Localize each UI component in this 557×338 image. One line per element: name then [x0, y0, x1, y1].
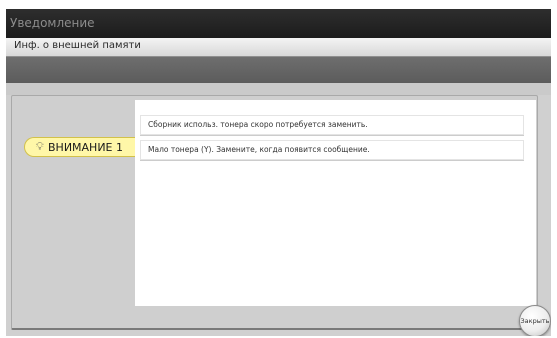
tab-warning-label: ВНИМАНИЕ 1	[48, 141, 124, 154]
window-title: Уведомление	[10, 16, 95, 30]
message-list: Сборник использ. тонера скоро потребуетс…	[135, 100, 536, 306]
bulb-icon: 💡︎	[36, 140, 44, 153]
tab-warning[interactable]: 💡︎ ВНИМАНИЕ 1	[24, 137, 146, 157]
message-text: Мало тонера (Y). Замените, когда появитс…	[148, 145, 370, 154]
close-button[interactable]: Закрыть	[519, 305, 551, 336]
message-item: Сборник использ. тонера скоро потребуетс…	[140, 115, 524, 135]
notification-screen: Уведомление Инф. о внешней памяти 💡︎ ВНИ…	[6, 9, 551, 336]
toolbar-band	[6, 57, 551, 83]
divider-band	[6, 83, 551, 95]
subtitle-bar: Инф. о внешней памяти	[6, 38, 551, 57]
title-bar: Уведомление	[6, 9, 551, 38]
page-subtitle: Инф. о внешней памяти	[14, 40, 141, 51]
message-text: Сборник использ. тонера скоро потребуетс…	[148, 120, 368, 129]
message-item: Мало тонера (Y). Замените, когда появитс…	[140, 140, 524, 160]
close-button-label: Закрыть	[520, 317, 550, 325]
